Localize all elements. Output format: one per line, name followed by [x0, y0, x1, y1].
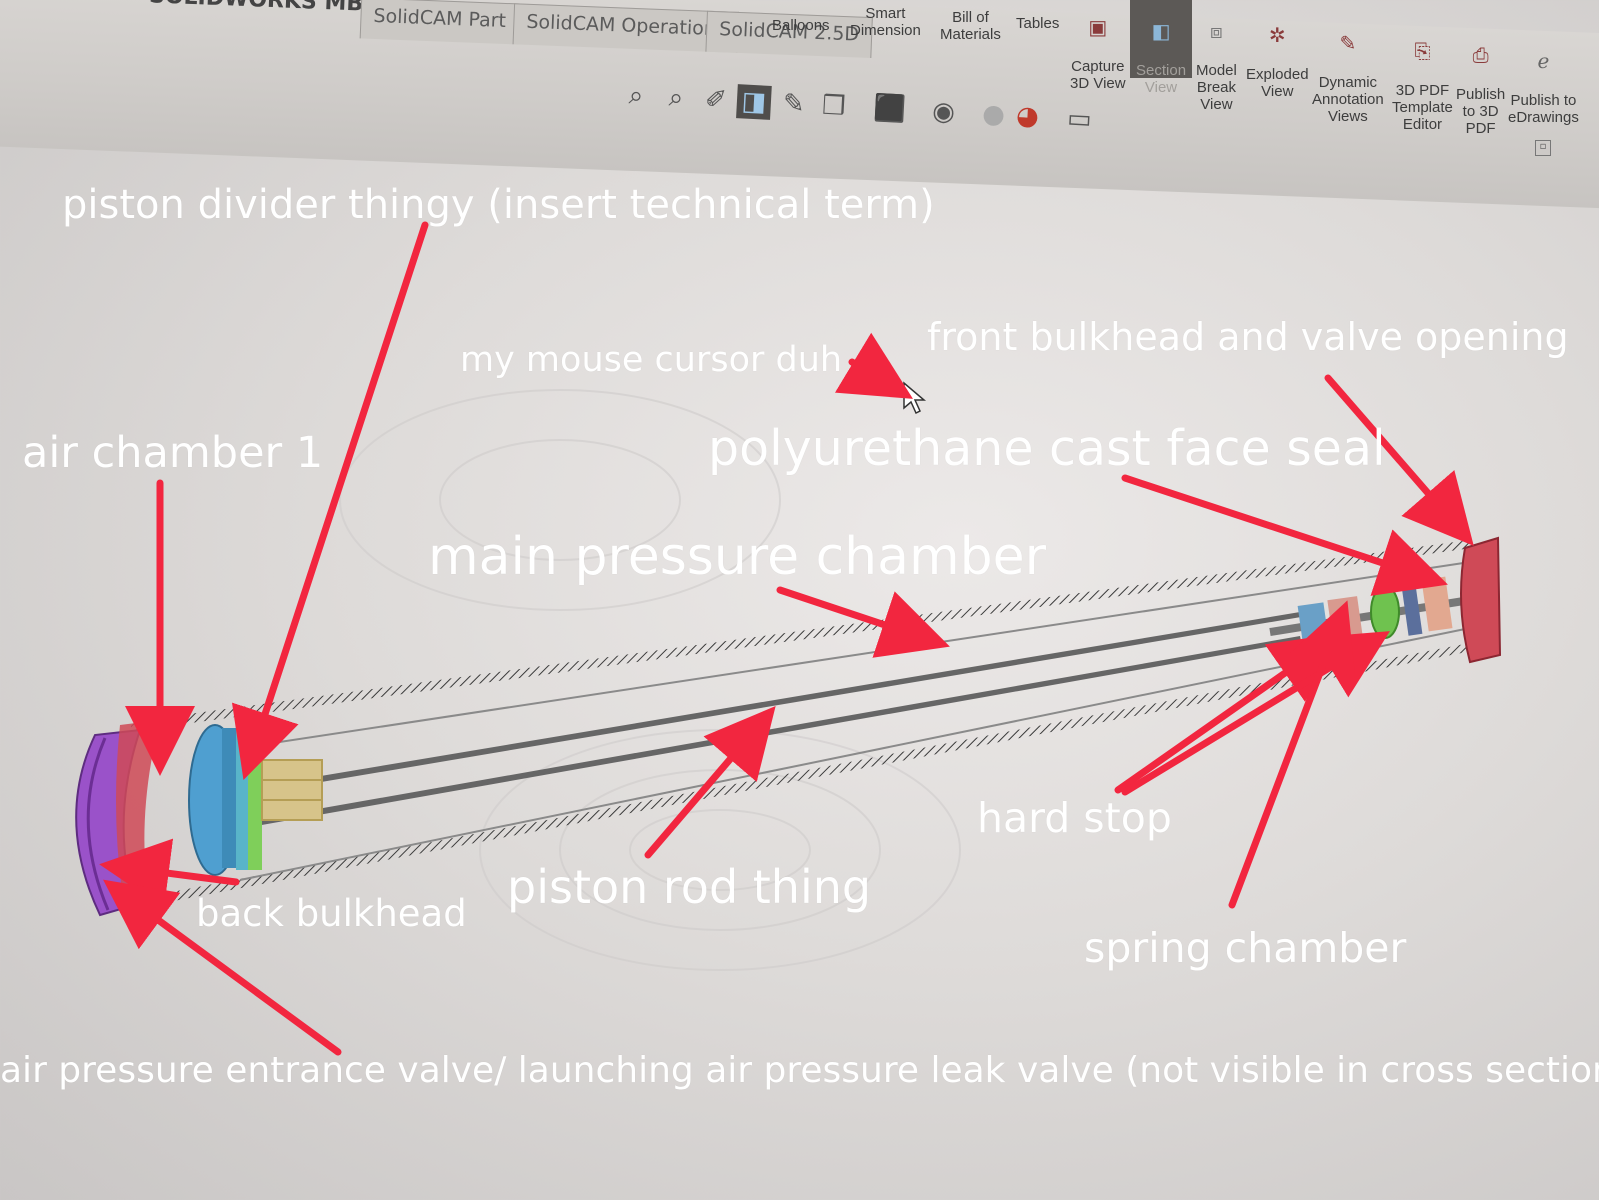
label-piston-divider: piston divider thingy (insert technical …: [62, 182, 935, 228]
label-hard-stop: hard stop: [977, 794, 1172, 842]
label-air-chamber: air chamber 1: [22, 428, 324, 478]
label-mouse-cursor: my mouse cursor duh: [460, 340, 843, 380]
cad-viewport[interactable]: [0, 0, 1599, 1200]
label-back-bulkhead: back bulkhead: [196, 892, 467, 935]
label-front-bulkhead: front bulkhead and valve opening: [927, 315, 1569, 359]
arrow-spring-chamber: [1228, 600, 1356, 909]
label-entrance-valve: air pressure entrance valve/ launching a…: [0, 1050, 1599, 1091]
label-spring-chamber: spring chamber: [1084, 924, 1407, 972]
arrow-piston-divider: [231, 221, 429, 780]
arrow-mouse-cursor: [834, 332, 913, 399]
back-bulkhead: [75, 720, 160, 917]
mouse-cursor-icon: [903, 381, 927, 415]
label-piston-rod: piston rod thing: [507, 860, 872, 914]
label-face-seal: polyurethane cast face seal: [708, 420, 1386, 477]
arrow-face-seal: [1121, 474, 1448, 596]
label-main-chamber: main pressure chamber: [428, 527, 1047, 587]
